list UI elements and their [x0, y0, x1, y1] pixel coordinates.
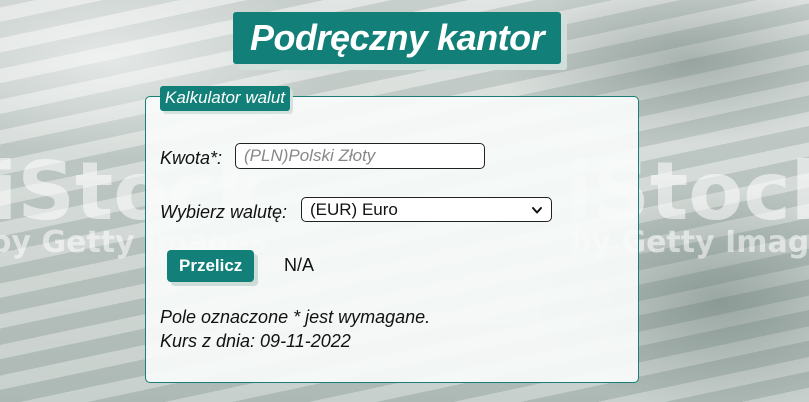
currency-select[interactable]: (EUR) Euro [301, 197, 552, 222]
conversion-result: N/A [284, 255, 315, 275]
required-note: Pole oznaczone * jest wymagane. [160, 307, 431, 327]
convert-button[interactable]: Przelicz [167, 250, 255, 282]
page-header: Podręczny kantor [233, 12, 562, 64]
chevron-down-icon [532, 206, 542, 213]
rate-date: Kurs z dnia: 09-11-2022 [160, 331, 351, 351]
calculator-legend: Kalkulator walut [160, 86, 291, 111]
amount-input[interactable] [235, 143, 485, 169]
currency-select-value: (EUR) Euro [310, 199, 398, 219]
amount-label: Kwota*: [160, 148, 223, 168]
currency-label: Wybierz walutę: [160, 202, 288, 222]
page-title: Podręczny kantor [233, 12, 562, 64]
